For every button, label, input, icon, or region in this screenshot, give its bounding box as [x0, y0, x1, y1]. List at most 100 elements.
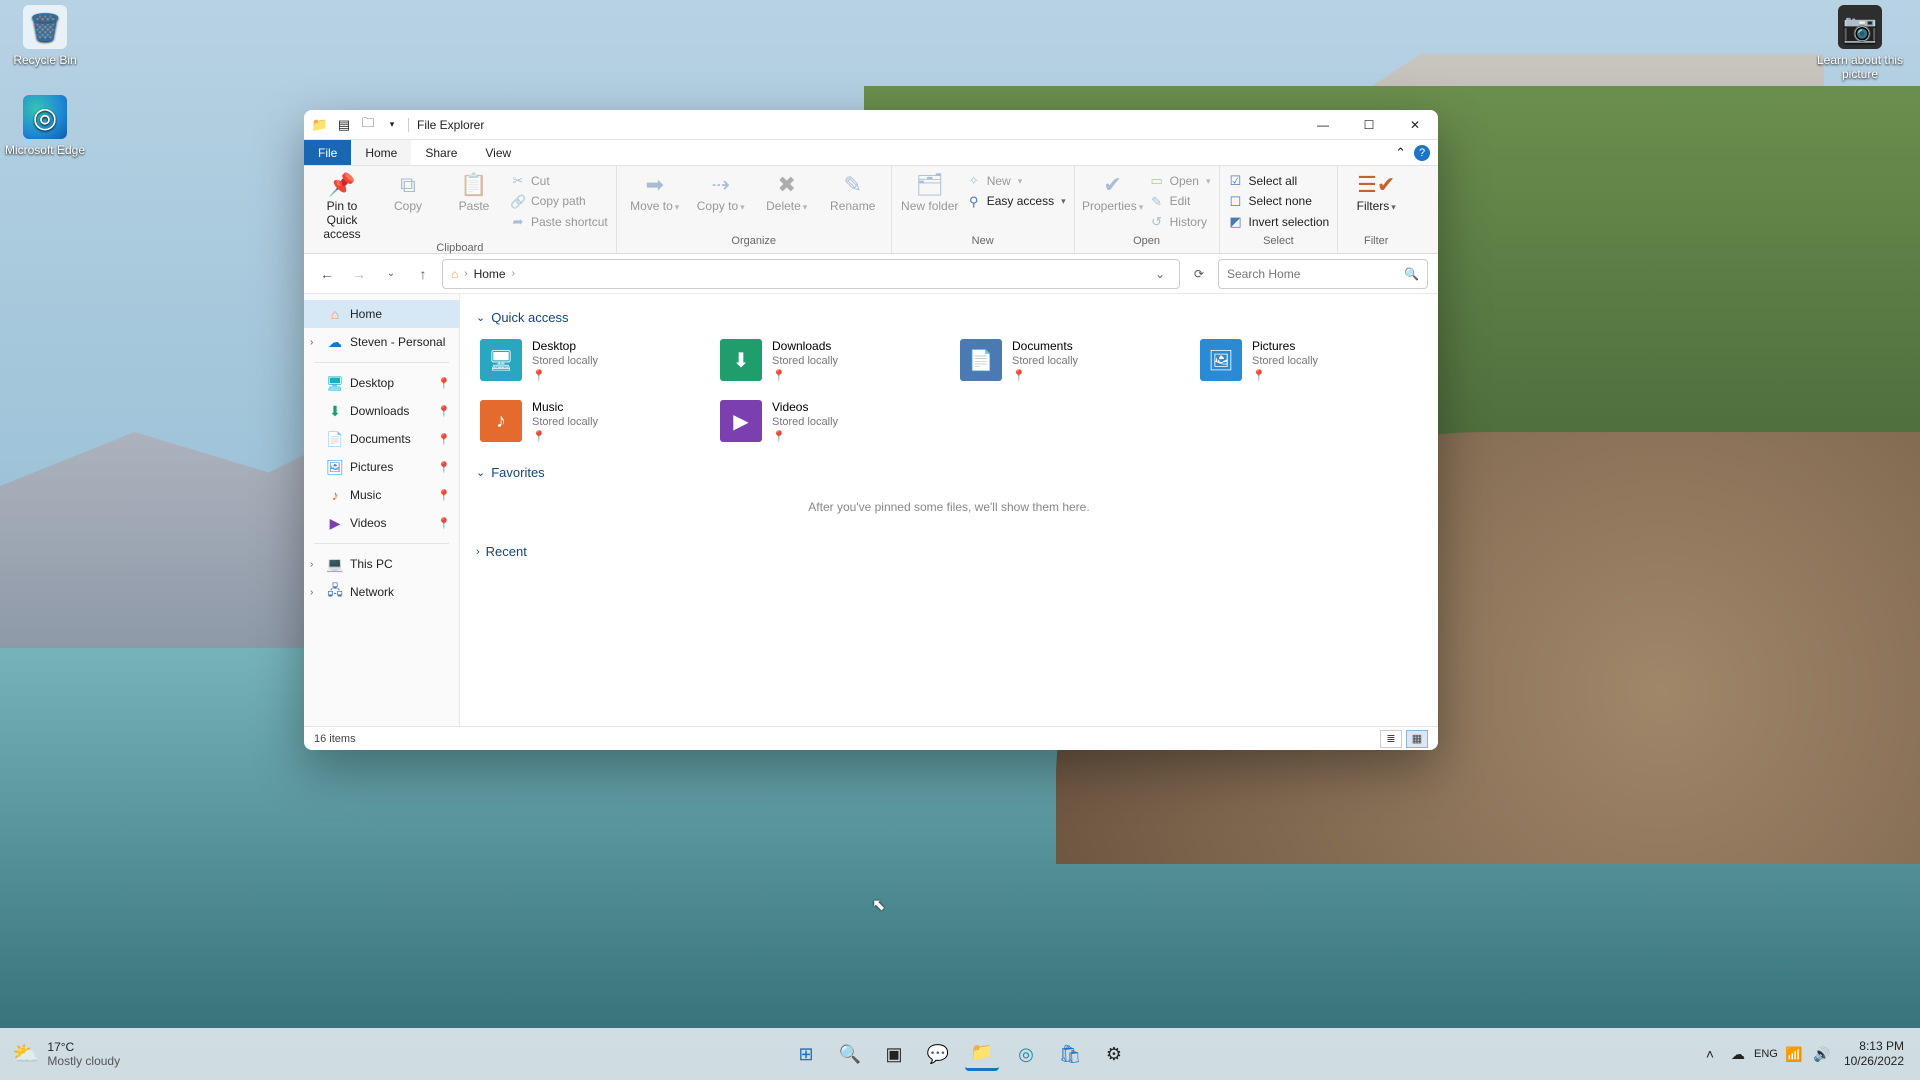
- start-button[interactable]: ⊞: [789, 1037, 823, 1071]
- easy-access-icon: ⚲: [966, 193, 982, 211]
- quick-access-item[interactable]: ♪MusicStored locally📍: [476, 396, 702, 447]
- group-header-quick-access[interactable]: ⌄Quick access: [476, 310, 1422, 325]
- quick-access-item[interactable]: ⬇DownloadsStored locally📍: [716, 335, 942, 386]
- task-view-button[interactable]: ▣: [877, 1037, 911, 1071]
- sidebar-item-desktop[interactable]: 🖥Desktop📍: [304, 369, 459, 397]
- tray-language-icon[interactable]: ENG: [1754, 1042, 1778, 1066]
- sidebar-item-onedrive[interactable]: ›☁Steven - Personal: [304, 328, 459, 356]
- taskbar-settings-button[interactable]: ⚙: [1097, 1037, 1131, 1071]
- item-name: Videos: [772, 400, 838, 414]
- help-icon[interactable]: ?: [1414, 145, 1430, 161]
- select-all-button[interactable]: ☑Select all: [1228, 172, 1330, 190]
- weather-icon: ⛅: [12, 1041, 39, 1067]
- maximize-button[interactable]: ☐: [1346, 110, 1392, 140]
- chevron-right-icon[interactable]: ›: [310, 559, 313, 570]
- item-subtext: Stored locally: [772, 416, 838, 428]
- search-box[interactable]: 🔍: [1218, 259, 1428, 289]
- sidebar-item-this-pc[interactable]: ›💻This PC: [304, 550, 459, 578]
- qat-new-folder-icon[interactable]: 🗀: [358, 115, 378, 135]
- sidebar-item-documents[interactable]: 📄Documents📍: [304, 425, 459, 453]
- group-label: Open: [1083, 235, 1211, 253]
- quick-access-item[interactable]: 🖥DesktopStored locally📍: [476, 335, 702, 386]
- taskbar-clock[interactable]: 8:13 PM 10/26/2022: [1838, 1039, 1910, 1069]
- folder-icon: ♪: [480, 400, 522, 442]
- quick-access-item[interactable]: ▶VideosStored locally📍: [716, 396, 942, 447]
- desktop-icon-learn-picture[interactable]: 📷 Learn about this picture: [1815, 5, 1905, 81]
- window-title: File Explorer: [408, 118, 492, 132]
- pc-icon: 💻: [326, 556, 344, 573]
- chevron-right-icon[interactable]: ›: [310, 587, 313, 598]
- taskbar-edge-button[interactable]: ◎: [1009, 1037, 1043, 1071]
- chevron-down-icon: ⌄: [476, 466, 485, 479]
- open-button: ▭Open▾: [1149, 172, 1211, 190]
- forward-button[interactable]: →: [346, 261, 372, 287]
- taskbar-chat-button[interactable]: 💬: [921, 1037, 955, 1071]
- recent-locations-button[interactable]: ⌄: [378, 261, 404, 287]
- quick-access-item[interactable]: 📄DocumentsStored locally📍: [956, 335, 1182, 386]
- tab-home[interactable]: Home: [351, 140, 411, 165]
- chevron-right-icon[interactable]: ›: [310, 337, 313, 348]
- item-name: Pictures: [1252, 339, 1318, 353]
- quick-access-grid: 🖥DesktopStored locally📍 ⬇DownloadsStored …: [476, 335, 1422, 447]
- desktop-icon-recycle-bin[interactable]: 🗑 Recycle Bin: [0, 5, 90, 67]
- nav-bar: ← → ⌄ ↑ ⌂ › Home › ⌄ ⟳ 🔍: [304, 254, 1438, 294]
- group-header-favorites[interactable]: ⌄Favorites: [476, 465, 1422, 480]
- sidebar-item-home[interactable]: ⌂Home: [304, 300, 459, 328]
- refresh-button[interactable]: ⟳: [1186, 261, 1212, 287]
- recycle-bin-icon: 🗑: [23, 5, 67, 49]
- tab-file[interactable]: File: [304, 140, 351, 165]
- tray-volume-icon[interactable]: 🔊: [1810, 1042, 1834, 1066]
- item-subtext: Stored locally: [772, 355, 838, 367]
- titlebar[interactable]: 📁 ▤ 🗀 ▾ File Explorer — ☐ ✕: [304, 110, 1438, 140]
- history-button: ↺History: [1149, 213, 1211, 231]
- sidebar-item-music[interactable]: ♪Music📍: [304, 481, 459, 509]
- select-none-button[interactable]: ☐Select none: [1228, 193, 1330, 211]
- sidebar-item-network[interactable]: ›🖧Network: [304, 578, 459, 606]
- pin-icon: 📍: [437, 517, 451, 530]
- filters-button[interactable]: ☰✔Filters▾: [1346, 170, 1406, 214]
- view-large-icons-button[interactable]: ▦: [1406, 730, 1428, 748]
- close-button[interactable]: ✕: [1392, 110, 1438, 140]
- taskbar-store-button[interactable]: 🛍: [1053, 1037, 1087, 1071]
- app-icon[interactable]: 📁: [310, 115, 330, 135]
- pin-to-quick-access-button[interactable]: 📌 Pin to Quick access: [312, 170, 372, 242]
- sidebar-item-videos[interactable]: ▶Videos📍: [304, 509, 459, 537]
- status-bar: 16 items ≣ ▦: [304, 726, 1438, 750]
- tab-view[interactable]: View: [471, 140, 525, 165]
- select-all-icon: ☑: [1228, 172, 1244, 190]
- taskbar-search-button[interactable]: 🔍: [833, 1037, 867, 1071]
- desktop-icon-edge[interactable]: ◎ Microsoft Edge: [0, 95, 90, 157]
- back-button[interactable]: ←: [314, 261, 340, 287]
- folder-icon: 📄: [960, 339, 1002, 381]
- sidebar-item-pictures[interactable]: 🖼Pictures📍: [304, 453, 459, 481]
- qat-customize-icon[interactable]: ▾: [382, 115, 402, 135]
- folder-plus-icon: 🗂: [916, 172, 944, 197]
- up-button[interactable]: ↑: [410, 261, 436, 287]
- search-icon: 🔍: [1404, 267, 1419, 281]
- chevron-down-icon: ⌄: [476, 311, 485, 324]
- sidebar-item-downloads[interactable]: ⬇Downloads📍: [304, 397, 459, 425]
- folder-icon: 🖥: [480, 339, 522, 381]
- cut-button: ✂Cut: [510, 172, 608, 190]
- search-input[interactable]: [1227, 267, 1398, 281]
- view-details-button[interactable]: ≣: [1380, 730, 1402, 748]
- rename-icon: ✎: [844, 172, 862, 197]
- taskbar-file-explorer-button[interactable]: 📁: [965, 1037, 999, 1071]
- easy-access-button[interactable]: ⚲Easy access▾: [966, 193, 1066, 211]
- taskbar-tray: ˄ ☁ ENG 📶 🔊 8:13 PM 10/26/2022: [1688, 1039, 1920, 1069]
- ribbon-collapse-icon[interactable]: ⌃: [1395, 145, 1406, 161]
- breadcrumb-dropdown-icon[interactable]: ⌄: [1149, 267, 1171, 281]
- minimize-button[interactable]: —: [1300, 110, 1346, 140]
- tray-network-icon[interactable]: 📶: [1782, 1042, 1806, 1066]
- tab-share[interactable]: Share: [411, 140, 471, 165]
- breadcrumb-item[interactable]: Home: [474, 267, 506, 281]
- invert-selection-button[interactable]: ◩Invert selection: [1228, 213, 1330, 231]
- tray-onedrive-icon[interactable]: ☁: [1726, 1042, 1750, 1066]
- group-header-recent[interactable]: ›Recent: [476, 544, 1422, 559]
- qat-properties-icon[interactable]: ▤: [334, 115, 354, 135]
- quick-access-item[interactable]: 🖼PicturesStored locally📍: [1196, 335, 1422, 386]
- breadcrumb[interactable]: ⌂ › Home › ⌄: [442, 259, 1180, 289]
- taskbar-weather[interactable]: ⛅ 17°C Mostly cloudy: [0, 1040, 132, 1068]
- tray-overflow-button[interactable]: ˄: [1698, 1042, 1722, 1066]
- camera-icon: 📷: [1838, 5, 1882, 49]
